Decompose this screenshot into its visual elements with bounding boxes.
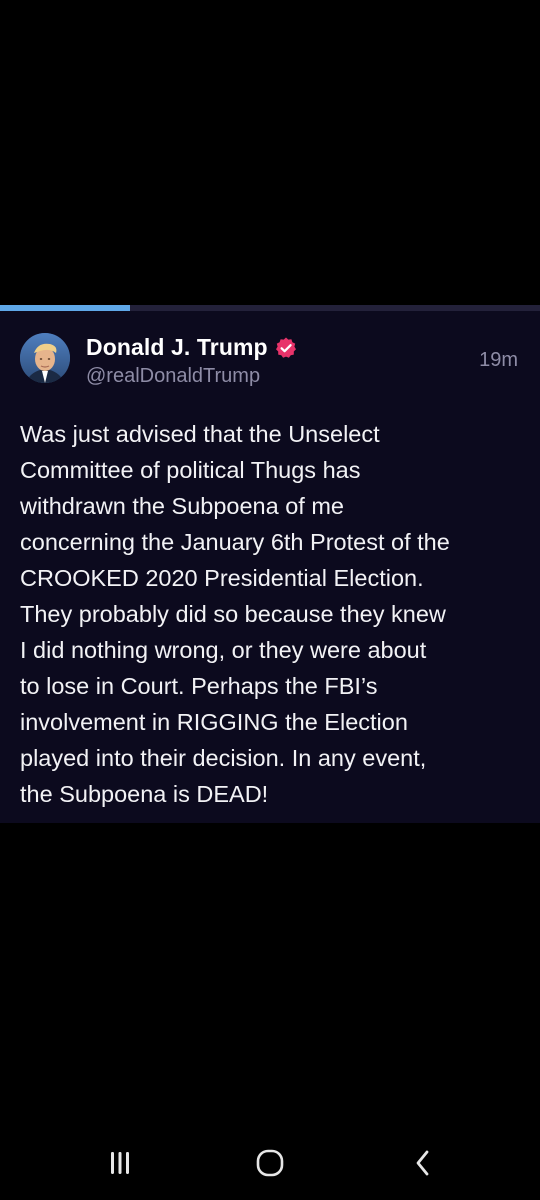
post-text-line: the Subpoena is DEAD! bbox=[20, 781, 269, 807]
post-text-line: CROOKED 2020 Presidential Election. bbox=[20, 565, 424, 591]
post-text: Was just advised that the Unselect Commi… bbox=[20, 416, 525, 812]
post-text-line: Was just advised that the Unselect bbox=[20, 421, 380, 447]
post-card[interactable]: Donald J. Trump @realDonaldTrump 19m Was… bbox=[0, 311, 540, 823]
post-text-line: played into their decision. In any event… bbox=[20, 745, 427, 771]
home-button[interactable] bbox=[250, 1145, 290, 1181]
avatar-image bbox=[20, 333, 70, 383]
post-text-line: withdrawn the Subpoena of me bbox=[20, 493, 344, 519]
post-text-line: concerning the January 6th Protest of th… bbox=[20, 529, 450, 555]
post-text-line: involvement in RIGGING the Election bbox=[20, 709, 408, 735]
recent-apps-icon bbox=[111, 1152, 129, 1174]
recent-apps-button[interactable] bbox=[100, 1145, 140, 1181]
back-button[interactable] bbox=[403, 1145, 443, 1181]
avatar[interactable] bbox=[20, 333, 70, 383]
post-timestamp: 19m bbox=[479, 349, 518, 371]
home-circle-icon bbox=[256, 1149, 284, 1177]
phone-screen: Donald J. Trump @realDonaldTrump 19m Was… bbox=[0, 0, 540, 1200]
system-navigation-bar bbox=[0, 1125, 540, 1200]
author-display-name[interactable]: Donald J. Trump bbox=[86, 334, 268, 361]
back-chevron-icon bbox=[416, 1150, 429, 1176]
post-text-line: I did nothing wrong, or they were about bbox=[20, 637, 427, 663]
verified-badge-icon bbox=[275, 337, 296, 358]
author-row: Donald J. Trump bbox=[86, 334, 298, 361]
author-handle[interactable]: @realDonaldTrump bbox=[86, 365, 260, 388]
post-text-line: They probably did so because they knew bbox=[20, 601, 446, 627]
post-text-line: Committee of political Thugs has bbox=[20, 457, 361, 483]
post-text-line: to lose in Court. Perhaps the FBI’s bbox=[20, 673, 378, 699]
